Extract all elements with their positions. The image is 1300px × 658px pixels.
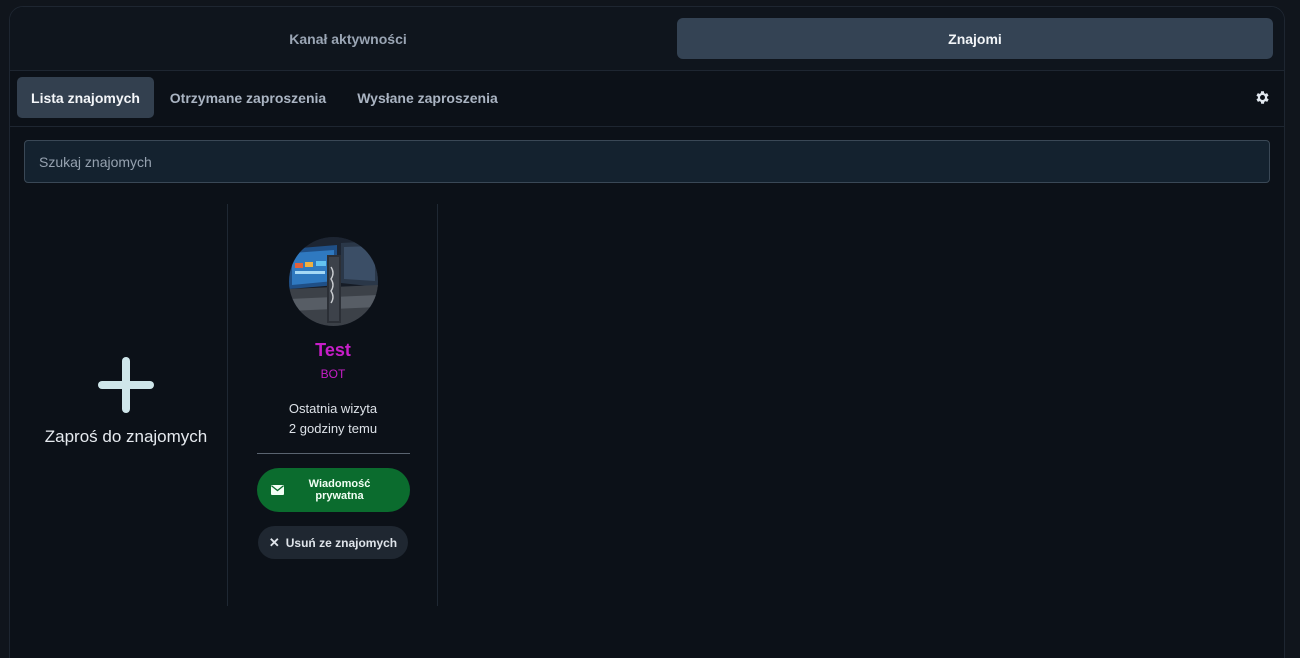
close-icon: ✕ xyxy=(268,534,280,550)
card-separator xyxy=(256,453,410,454)
last-visit-label: Ostatnia wizyta xyxy=(288,401,378,416)
private-message-button[interactable]: Wiadomość prywatna xyxy=(256,468,410,512)
friends-panel: Kanał aktywności Znajomi Lista znajomych… xyxy=(9,6,1285,658)
tab-sent-invitations[interactable]: Wysłane zaproszenia xyxy=(349,77,506,118)
avatar[interactable] xyxy=(288,237,378,326)
search-input[interactable] xyxy=(24,140,1270,183)
tab-received-invitations[interactable]: Otrzymane zaproszenia xyxy=(163,77,333,118)
tab-friends[interactable]: Znajomi xyxy=(677,18,1273,59)
tab-friends-list[interactable]: Lista znajomych xyxy=(17,77,154,118)
remove-friend-label: Usuń ze znajomych xyxy=(285,535,398,550)
invite-label: Zaproś do znajomych xyxy=(44,427,208,446)
remove-friend-button[interactable]: ✕ Usuń ze znajomych xyxy=(258,526,408,559)
friend-card: Test BOT Ostatnia wizyta 2 godziny temu … xyxy=(228,204,438,606)
bot-badge: BOT xyxy=(320,367,346,381)
last-visit-value: 2 godziny temu xyxy=(288,421,378,436)
sub-tab-bar: Lista znajomych Otrzymane zaproszenia Wy… xyxy=(10,71,1284,127)
private-message-label: Wiadomość prywatna xyxy=(308,478,371,502)
invite-friend-card[interactable]: Zaproś do znajomych xyxy=(24,204,228,606)
gear-icon[interactable] xyxy=(1254,89,1271,106)
tab-activity-feed[interactable]: Kanał aktywności xyxy=(18,18,678,59)
avatar-image xyxy=(288,237,378,326)
friend-name[interactable]: Test xyxy=(315,340,351,361)
plus-icon xyxy=(96,355,156,415)
top-tab-bar: Kanał aktywności Znajomi xyxy=(10,7,1284,71)
envelope-icon xyxy=(270,485,284,495)
last-visit: Ostatnia wizyta 2 godziny temu xyxy=(289,399,377,439)
